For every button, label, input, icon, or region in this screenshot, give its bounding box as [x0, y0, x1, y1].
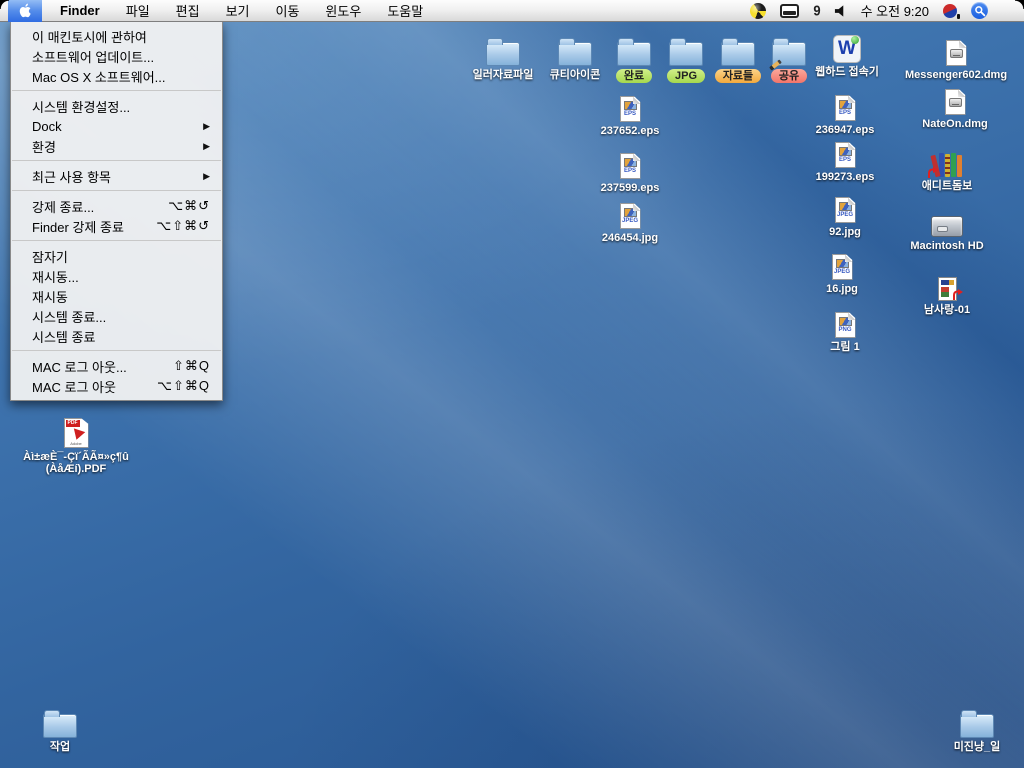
folder-icon	[558, 42, 592, 66]
screen-corner-left	[0, 0, 9, 9]
magnifier-glyph-icon	[974, 5, 986, 17]
menu-separator	[12, 160, 221, 162]
menubar-item-edit[interactable]: 편집	[176, 1, 200, 20]
desktop-icon-macintosh-hd[interactable]: Macintosh HD	[910, 207, 984, 252]
menu-item-force-quit[interactable]: 강제 종료...⌥⌘↺	[11, 196, 222, 216]
shortcut-label: ⌥⇧⌘↺	[156, 218, 210, 234]
eps-file-icon: EPS	[835, 142, 856, 168]
folder-icon	[960, 714, 994, 738]
desktop-icon-folder[interactable]: 작업	[23, 708, 97, 753]
menubar-item-view[interactable]: 보기	[226, 1, 250, 20]
folder-icon	[669, 42, 703, 66]
menu-separator	[12, 240, 221, 242]
menu-item-software-update[interactable]: 소프트웨어 업데이트...	[11, 46, 222, 66]
volume-icon[interactable]	[834, 4, 847, 18]
alias-arrow-icon	[927, 167, 939, 179]
folder-icon	[772, 42, 806, 66]
png-file-icon: PNG	[835, 312, 856, 338]
menu-item-shutdown[interactable]: 시스템 종료	[11, 326, 222, 346]
menubar-item-go[interactable]: 이동	[276, 1, 300, 20]
folder-icon	[43, 714, 77, 738]
jpeg-file-icon: JPEG	[835, 197, 856, 223]
menu-item-restart-dots[interactable]: 재시동...	[11, 266, 222, 286]
desktop-icon-jpeg[interactable]: JPEG 92.jpg	[808, 193, 882, 238]
menu-item-location[interactable]: 환경▶	[11, 136, 222, 156]
desktop-icon-jpeg[interactable]: JPEG 16.jpg	[805, 250, 879, 295]
desktop-icon-eps[interactable]: EPS 237599.eps	[593, 149, 667, 194]
desktop-icon-books-alias[interactable]: 애디트돔보	[910, 147, 984, 192]
folder-icon	[721, 42, 755, 66]
desktop-icon-png[interactable]: PNG 그림 1	[808, 308, 882, 353]
menu-separator	[12, 190, 221, 192]
menu-item-logout[interactable]: MAC 로그 아웃⌥⇧⌘Q	[11, 376, 222, 396]
desktop-icon-eps[interactable]: EPS 236947.eps	[808, 91, 882, 136]
desktop-icon-eps[interactable]: EPS 237652.eps	[593, 92, 667, 137]
desktop-icon-pdf[interactable]: PDF Adobe Àì±æÈ¯-Çï´ÃÃ¤»ç¶û (ÀåÆí).PDF	[15, 414, 137, 475]
menu-item-system-preferences[interactable]: 시스템 환경설정...	[11, 96, 222, 116]
menu-item-dock[interactable]: Dock▶	[11, 116, 222, 136]
menu-item-recent-items[interactable]: 최근 사용 항목▶	[11, 166, 222, 186]
menu-bar: Finder 파일 편집 보기 이동 윈도우 도움말 9 수 오전 9:20	[0, 0, 1024, 22]
menu-item-about-this-mac[interactable]: 이 매킨토시에 관하여	[11, 26, 222, 46]
apple-menu-dropdown: 이 매킨토시에 관하여 소프트웨어 업데이트... Mac OS X 소프트웨어…	[10, 22, 223, 401]
menu-separator	[12, 350, 221, 352]
books-icon	[932, 151, 962, 177]
folder-icon	[617, 42, 651, 66]
alias-arrow-icon	[952, 289, 964, 301]
eps-file-icon: EPS	[620, 96, 641, 122]
menu-item-sleep[interactable]: 잠자기	[11, 246, 222, 266]
menu-item-logout-dots[interactable]: MAC 로그 아웃...⇧⌘Q	[11, 356, 222, 376]
menu-separator	[12, 90, 221, 92]
submenu-arrow-icon: ▶	[203, 121, 210, 132]
korean-input-flag-icon[interactable]	[943, 4, 957, 18]
menu-item-restart[interactable]: 재시동	[11, 286, 222, 306]
eps-file-icon: EPS	[620, 153, 641, 179]
disk-image-icon	[945, 89, 966, 115]
hard-disk-icon	[931, 216, 963, 237]
desktop-icon-dmg[interactable]: NateOn.dmg	[918, 85, 992, 130]
desktop-icon-eps[interactable]: EPS 199273.eps	[808, 138, 882, 183]
menu-item-shutdown-dots[interactable]: 시스템 종료...	[11, 306, 222, 326]
desktop-icon-webhard-app[interactable]: W 웹하드 접속기	[805, 33, 889, 78]
desktop-icon-folder[interactable]: 일러자료파일	[466, 36, 540, 81]
menu-item-force-quit-finder[interactable]: Finder 강제 종료⌥⇧⌘↺	[11, 216, 222, 236]
jpeg-file-icon: JPEG	[620, 203, 641, 229]
shortcut-label: ⌥⇧⌘Q	[157, 378, 210, 394]
pdf-file-icon: PDF Adobe	[64, 418, 89, 448]
antivirus-swirl-icon[interactable]	[750, 3, 766, 19]
menu-item-macosx-software[interactable]: Mac OS X 소프트웨어...	[11, 66, 222, 86]
menubar-item-file[interactable]: 파일	[126, 1, 150, 20]
desktop-icon-jpeg[interactable]: JPEG 246454.jpg	[593, 199, 667, 244]
menubar-app-name[interactable]: Finder	[60, 3, 100, 18]
desktop-icon-folder[interactable]: 미진냥_일	[940, 708, 1014, 753]
menubar-clock[interactable]: 수 오전 9:20	[861, 1, 929, 20]
desktop-icon-dmg[interactable]: Messenger602.dmg	[898, 36, 1014, 81]
webhard-w-icon: W	[833, 35, 861, 63]
submenu-arrow-icon: ▶	[203, 171, 210, 182]
desktop-icon-document-alias[interactable]: 남사랑-01	[910, 271, 984, 316]
menubar-item-help[interactable]: 도움말	[387, 1, 423, 20]
acrobat-glyph-icon	[70, 428, 85, 441]
folder-icon	[486, 42, 520, 66]
classic-environment-9-icon[interactable]: 9	[813, 2, 819, 19]
submenu-arrow-icon: ▶	[203, 141, 210, 152]
displays-icon[interactable]	[780, 4, 799, 18]
menubar-item-window[interactable]: 윈도우	[325, 1, 361, 20]
jpeg-file-icon: JPEG	[832, 254, 853, 280]
screen-corner-right	[1015, 0, 1024, 9]
disk-image-icon	[946, 40, 967, 66]
eps-file-icon: EPS	[835, 95, 856, 121]
apple-logo-icon	[18, 3, 33, 18]
spotlight-icon[interactable]	[971, 2, 988, 19]
apple-menu-button[interactable]	[8, 0, 42, 22]
shortcut-label: ⇧⌘Q	[173, 358, 210, 374]
shortcut-label: ⌥⌘↺	[168, 198, 210, 214]
